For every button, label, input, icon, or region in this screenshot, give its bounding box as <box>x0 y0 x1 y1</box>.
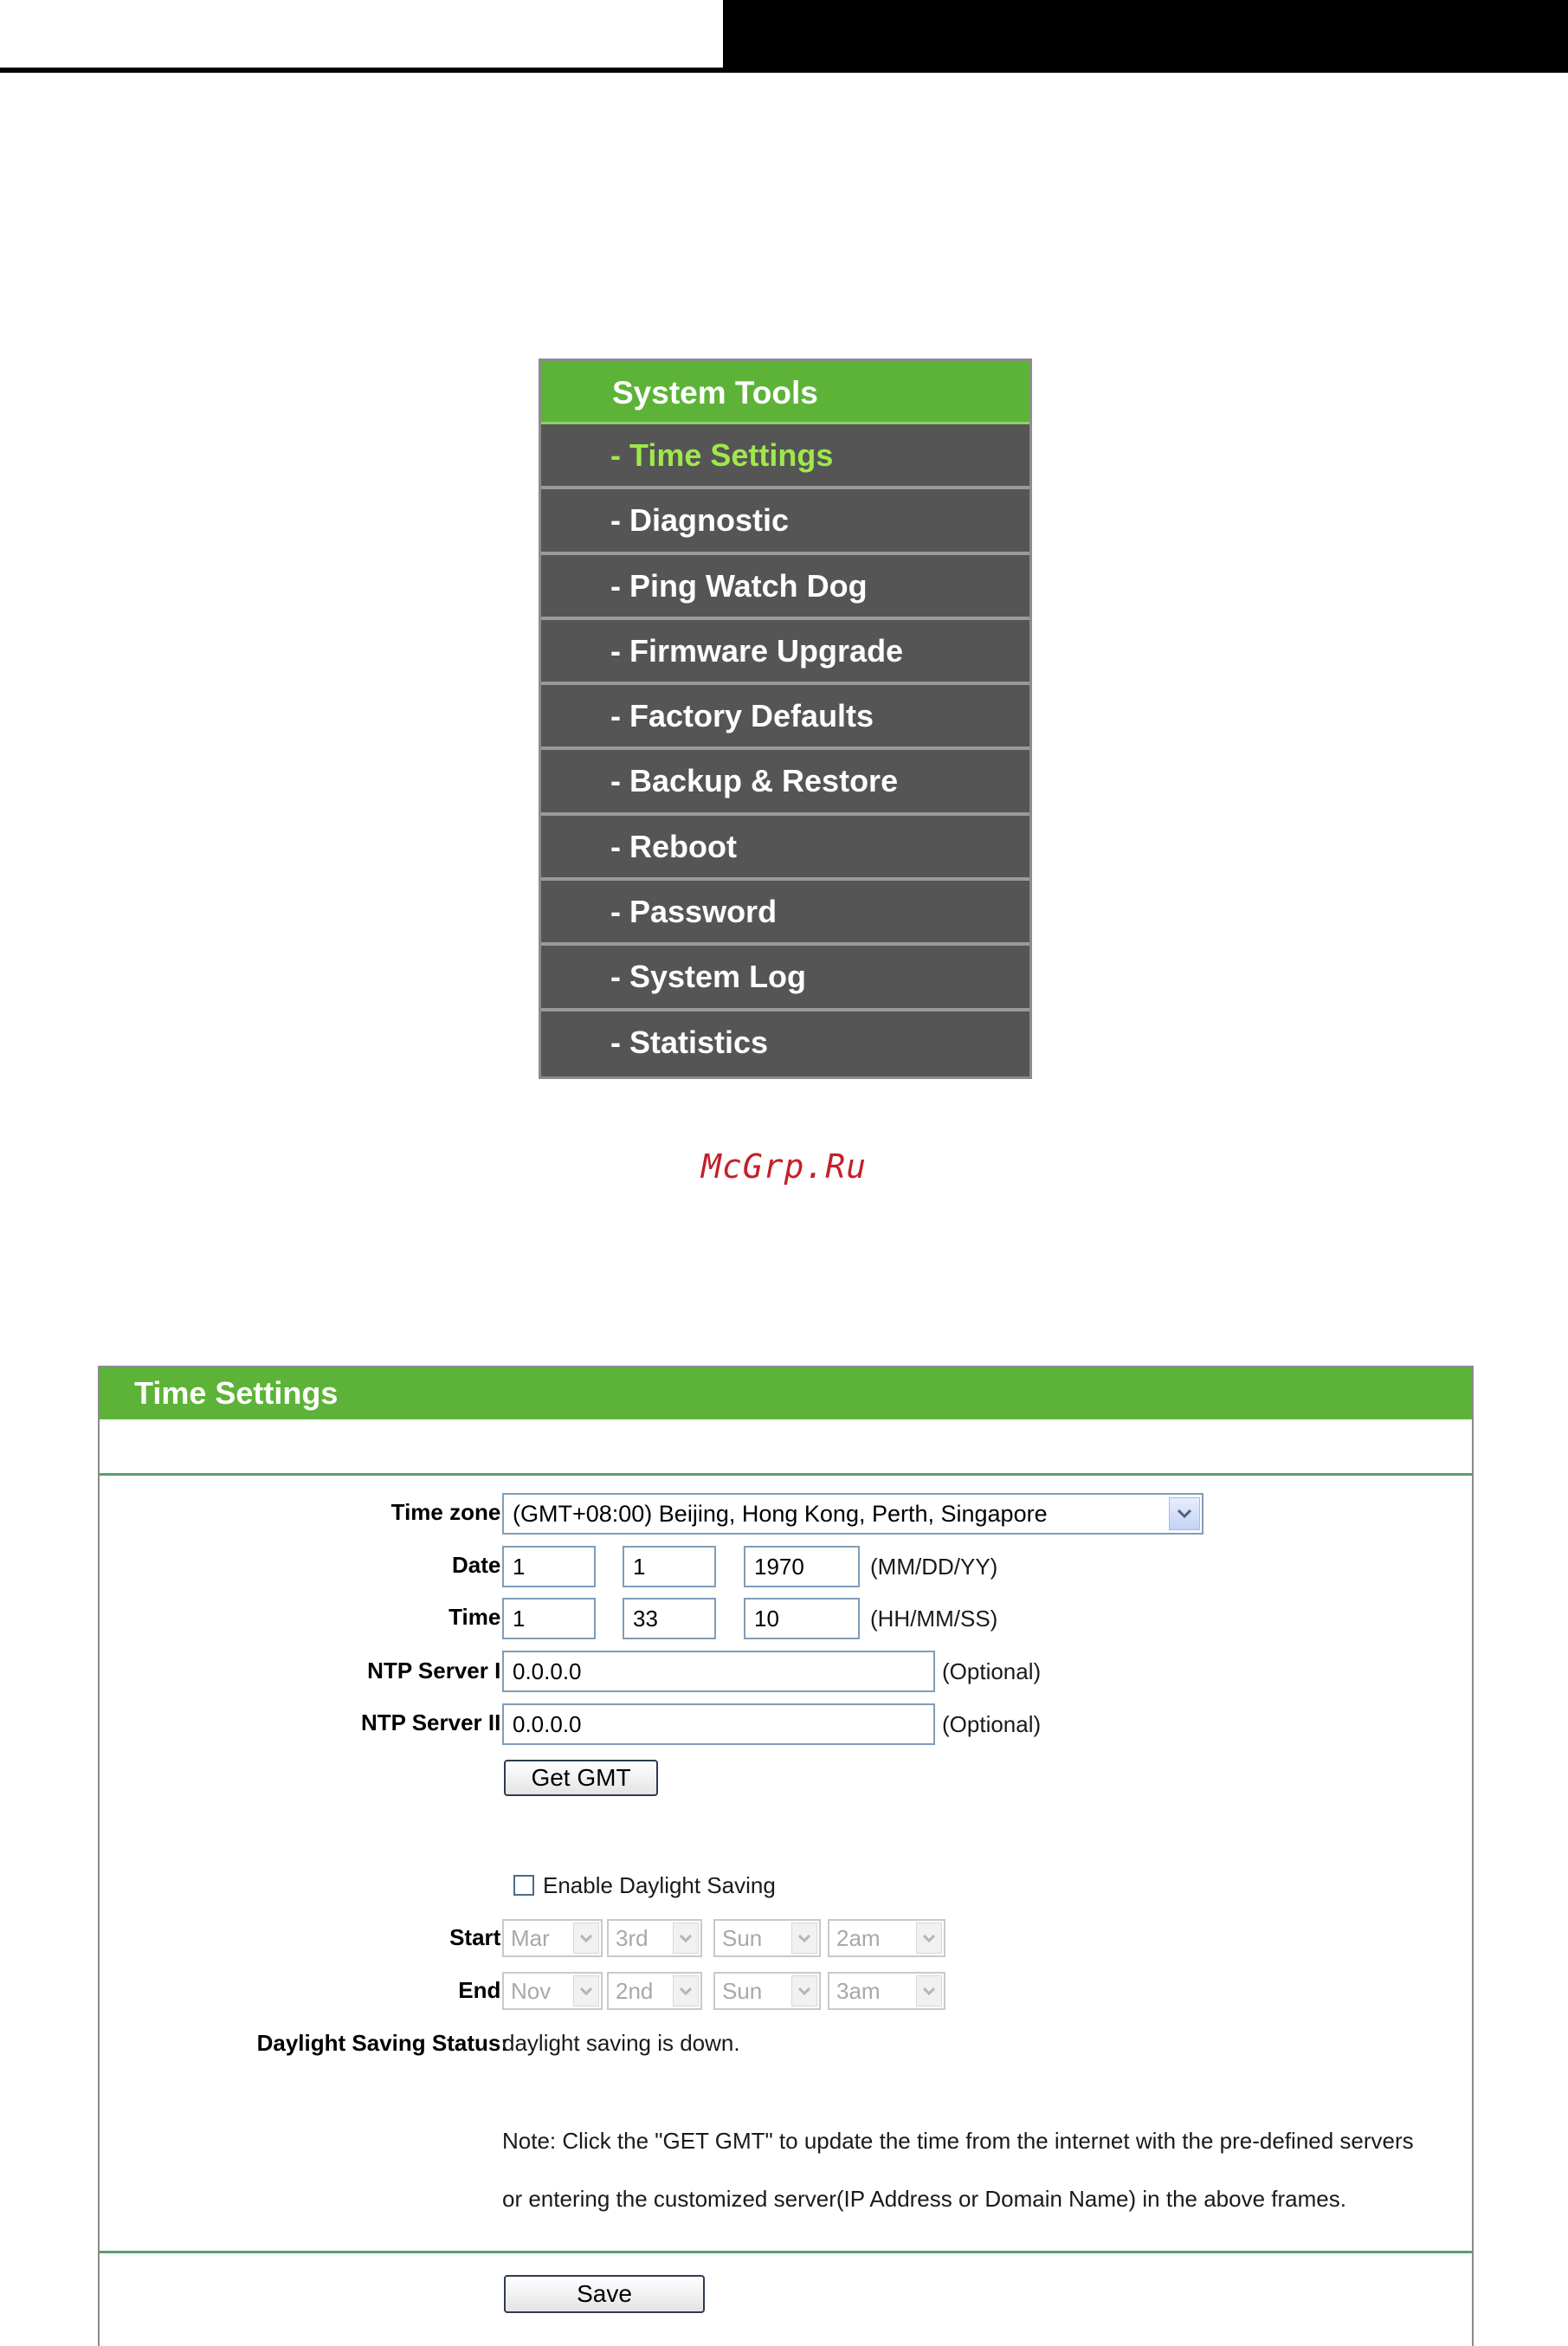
date-day-input[interactable]: 1 <box>623 1546 716 1587</box>
dst-start-month-select[interactable]: Mar <box>502 1919 603 1957</box>
menu-item-time-settings[interactable]: - Time Settings <box>541 424 1029 490</box>
date-month-input[interactable]: 1 <box>502 1546 596 1587</box>
chevron-down-icon[interactable] <box>1169 1497 1200 1530</box>
chevron-down-icon <box>573 1923 599 1954</box>
dst-end-week-value: 2nd <box>616 1978 654 2004</box>
chevron-down-icon <box>916 1923 942 1954</box>
enable-daylight-saving-label: Enable Daylight Saving <box>543 1872 776 1898</box>
dst-end-week-select[interactable]: 2nd <box>607 1972 702 2010</box>
time-second-input[interactable]: 10 <box>744 1598 860 1639</box>
date-year-input[interactable]: 1970 <box>744 1546 860 1587</box>
time-label: Time: <box>448 1604 508 1630</box>
header-rule <box>0 68 723 73</box>
header-block <box>723 0 1568 73</box>
chevron-down-icon <box>573 1975 599 2007</box>
dst-end-day-value: Sun <box>722 1978 763 2004</box>
chevron-down-icon <box>916 1975 942 2007</box>
note-line-2: or entering the customized server(IP Add… <box>502 2186 1346 2212</box>
dst-start-label: Start: <box>449 1924 508 1950</box>
dst-start-day-select[interactable]: Sun <box>713 1919 821 1957</box>
ntp-server-2-input[interactable]: 0.0.0.0 <box>502 1703 935 1745</box>
dst-end-hour-value: 3am <box>836 1978 881 2004</box>
watermark: McGrp.Ru <box>700 1147 868 1186</box>
panel-title: Time Settings <box>100 1367 1472 1419</box>
dst-end-hour-select[interactable]: 3am <box>828 1972 945 2010</box>
dst-start-week-value: 3rd <box>616 1925 648 1951</box>
dst-end-month-select[interactable]: Nov <box>502 1972 603 2010</box>
menu-title[interactable]: System Tools <box>541 361 1029 424</box>
time-format-hint: (HH/MM/SS) <box>870 1606 998 1632</box>
time-minute-input[interactable]: 33 <box>623 1598 716 1639</box>
dst-end-day-select[interactable]: Sun <box>713 1972 821 2010</box>
chevron-down-icon <box>673 1975 699 2007</box>
save-button[interactable]: Save <box>504 2275 705 2313</box>
menu-item-password[interactable]: - Password <box>541 881 1029 947</box>
dst-end-label: End: <box>458 1977 508 2003</box>
time-zone-select[interactable]: (GMT+08:00) Beijing, Hong Kong, Perth, S… <box>502 1493 1203 1535</box>
date-format-hint: (MM/DD/YY) <box>870 1554 998 1580</box>
menu-item-system-log[interactable]: - System Log <box>541 946 1029 1011</box>
ntp-server-2-optional: (Optional) <box>942 1711 1042 1737</box>
dst-start-hour-value: 2am <box>836 1925 881 1951</box>
system-tools-menu: System Tools - Time Settings - Diagnosti… <box>539 359 1032 1079</box>
menu-item-statistics[interactable]: - Statistics <box>541 1011 1029 1076</box>
ntp-server-2-label: NTP Server II: <box>360 1709 508 1735</box>
enable-daylight-saving-checkbox[interactable] <box>513 1875 534 1896</box>
menu-item-backup-restore[interactable]: - Backup & Restore <box>541 750 1029 816</box>
ntp-server-1-optional: (Optional) <box>942 1658 1042 1684</box>
dst-status-value: daylight saving is down. <box>502 2030 740 2056</box>
menu-item-firmware-upgrade[interactable]: - Firmware Upgrade <box>541 619 1029 686</box>
dst-status-label: Daylight Saving Status: <box>256 2030 508 2056</box>
note-line-1: Note: Click the "GET GMT" to update the … <box>502 2128 1414 2154</box>
dst-start-day-value: Sun <box>722 1925 763 1951</box>
chevron-down-icon <box>791 1923 817 1954</box>
chevron-down-icon <box>791 1975 817 2007</box>
dst-end-month-value: Nov <box>511 1978 552 2004</box>
time-zone-value: (GMT+08:00) Beijing, Hong Kong, Perth, S… <box>513 1501 1048 1527</box>
top-separator <box>100 1473 1472 1476</box>
time-zone-label: Time zone: <box>390 1499 508 1525</box>
menu-item-reboot[interactable]: - Reboot <box>541 815 1029 882</box>
chevron-down-icon <box>673 1923 699 1954</box>
ntp-server-1-label: NTP Server I: <box>367 1658 508 1684</box>
bottom-separator <box>100 2251 1472 2253</box>
get-gmt-button[interactable]: Get GMT <box>504 1760 658 1796</box>
menu-item-factory-defaults[interactable]: - Factory Defaults <box>541 685 1029 751</box>
ntp-server-1-input[interactable]: 0.0.0.0 <box>502 1651 935 1692</box>
menu-item-ping-watch-dog[interactable]: - Ping Watch Dog <box>541 554 1029 620</box>
dst-start-month-value: Mar <box>511 1925 550 1951</box>
time-settings-panel: Time Settings Time zone: (GMT+08:00) Bei… <box>98 1366 1474 2346</box>
dst-start-week-select[interactable]: 3rd <box>607 1919 702 1957</box>
date-label: Date: <box>451 1552 508 1578</box>
time-hour-input[interactable]: 1 <box>502 1598 596 1639</box>
menu-item-diagnostic[interactable]: - Diagnostic <box>541 489 1029 555</box>
dst-start-hour-select[interactable]: 2am <box>828 1919 945 1957</box>
